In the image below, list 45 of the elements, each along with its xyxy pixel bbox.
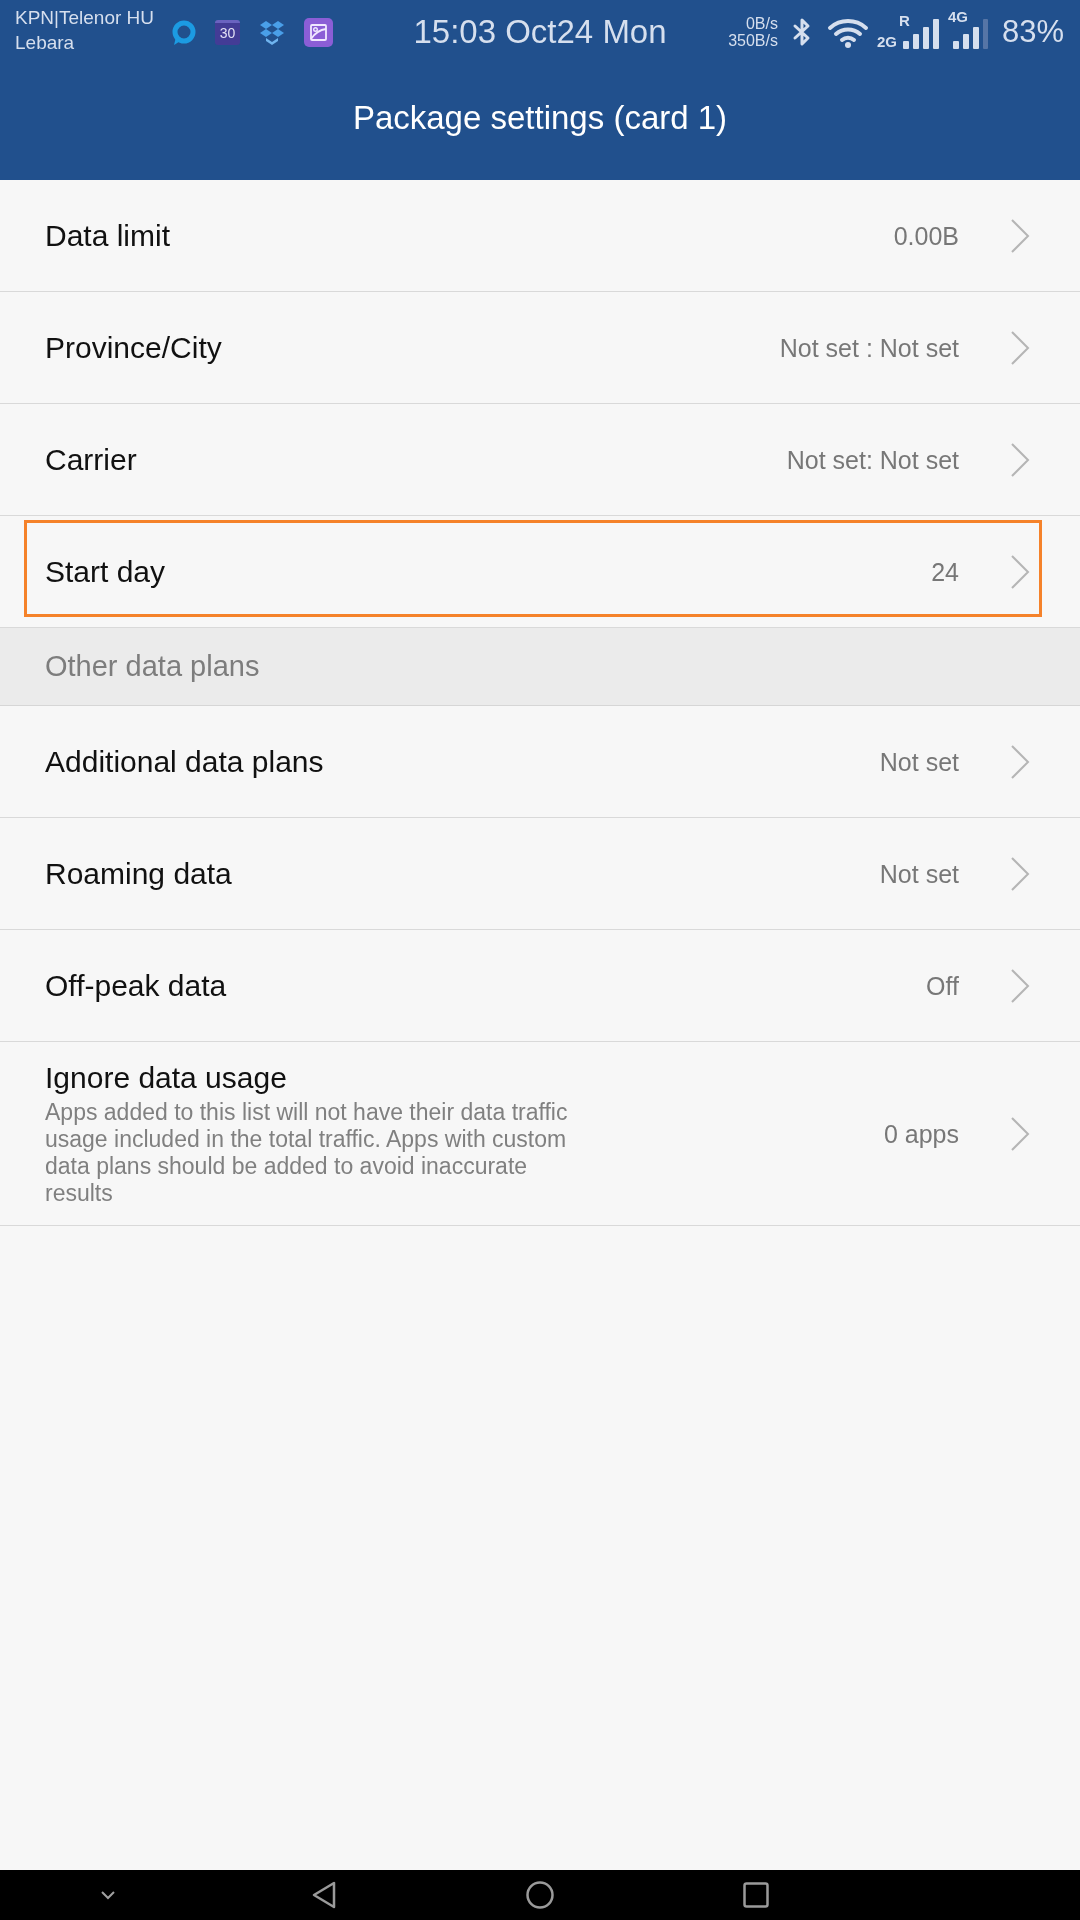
carrier-name: Lebara bbox=[15, 31, 75, 55]
network-type-label: 2G bbox=[876, 35, 897, 49]
screen-title: Package settings (card 1) bbox=[351, 98, 729, 138]
network-speed: 350B/s bbox=[728, 32, 778, 49]
setting-description: Apps added to this list will not have their data traffic usage included in the total traffic. Apps with custom data plans should be added to avoid inaccurate results bbox=[45, 1099, 569, 1207]
setting-label[interactable]: Additional data plans bbox=[45, 743, 324, 780]
wifi-icon bbox=[826, 16, 869, 48]
setting-value: Not set bbox=[879, 746, 959, 777]
setting-label[interactable]: Ignore data usage bbox=[45, 1060, 287, 1096]
chevron-right-icon bbox=[1010, 744, 1030, 779]
setting-value: Not set : Not set bbox=[779, 332, 959, 363]
setting-value: 0 apps bbox=[883, 1118, 959, 1149]
setting-label[interactable]: Data limit bbox=[45, 217, 171, 254]
box-icon bbox=[259, 19, 285, 45]
roaming-label: R bbox=[898, 13, 910, 28]
chevron-right-icon bbox=[1010, 968, 1030, 1003]
image-icon bbox=[304, 17, 333, 47]
chevron-right-icon bbox=[1010, 330, 1030, 365]
network-type-label: 4G bbox=[947, 10, 968, 24]
chevron-right-icon bbox=[1010, 856, 1030, 891]
chevron-right-icon bbox=[1010, 442, 1030, 477]
status-time: 15:03 Oct24 Mon bbox=[413, 12, 667, 52]
chat-bubble-icon bbox=[171, 19, 196, 45]
home-icon[interactable] bbox=[526, 1881, 554, 1909]
setting-label[interactable]: Off-peak data bbox=[45, 967, 227, 1004]
chevron-right-icon bbox=[1010, 554, 1030, 589]
chevron-right-icon bbox=[1010, 218, 1030, 253]
setting-value: 0.00B bbox=[893, 220, 959, 251]
setting-label[interactable]: Carrier bbox=[45, 441, 137, 478]
recent-apps-icon[interactable] bbox=[743, 1882, 769, 1908]
section-header: Other data plans bbox=[0, 628, 1080, 706]
calendar-icon: 30 bbox=[215, 19, 240, 45]
setting-value: Off bbox=[926, 970, 959, 1001]
setting-value: Not set: Not set bbox=[786, 444, 959, 475]
setting-label[interactable]: Province/City bbox=[45, 329, 222, 366]
setting-label[interactable]: Start day bbox=[45, 553, 166, 590]
setting-value: Not set bbox=[879, 858, 959, 889]
network-speed: 0B/s bbox=[745, 15, 778, 32]
carrier-name: KPN|Telenor HU bbox=[15, 6, 155, 30]
setting-label[interactable]: Roaming data bbox=[45, 855, 232, 892]
back-icon[interactable] bbox=[312, 1881, 336, 1909]
chevron-right-icon bbox=[1010, 1116, 1030, 1151]
setting-value: 24 bbox=[931, 556, 959, 587]
chevron-down-icon[interactable] bbox=[101, 1890, 115, 1900]
battery-percentage: 83% bbox=[1001, 14, 1064, 50]
